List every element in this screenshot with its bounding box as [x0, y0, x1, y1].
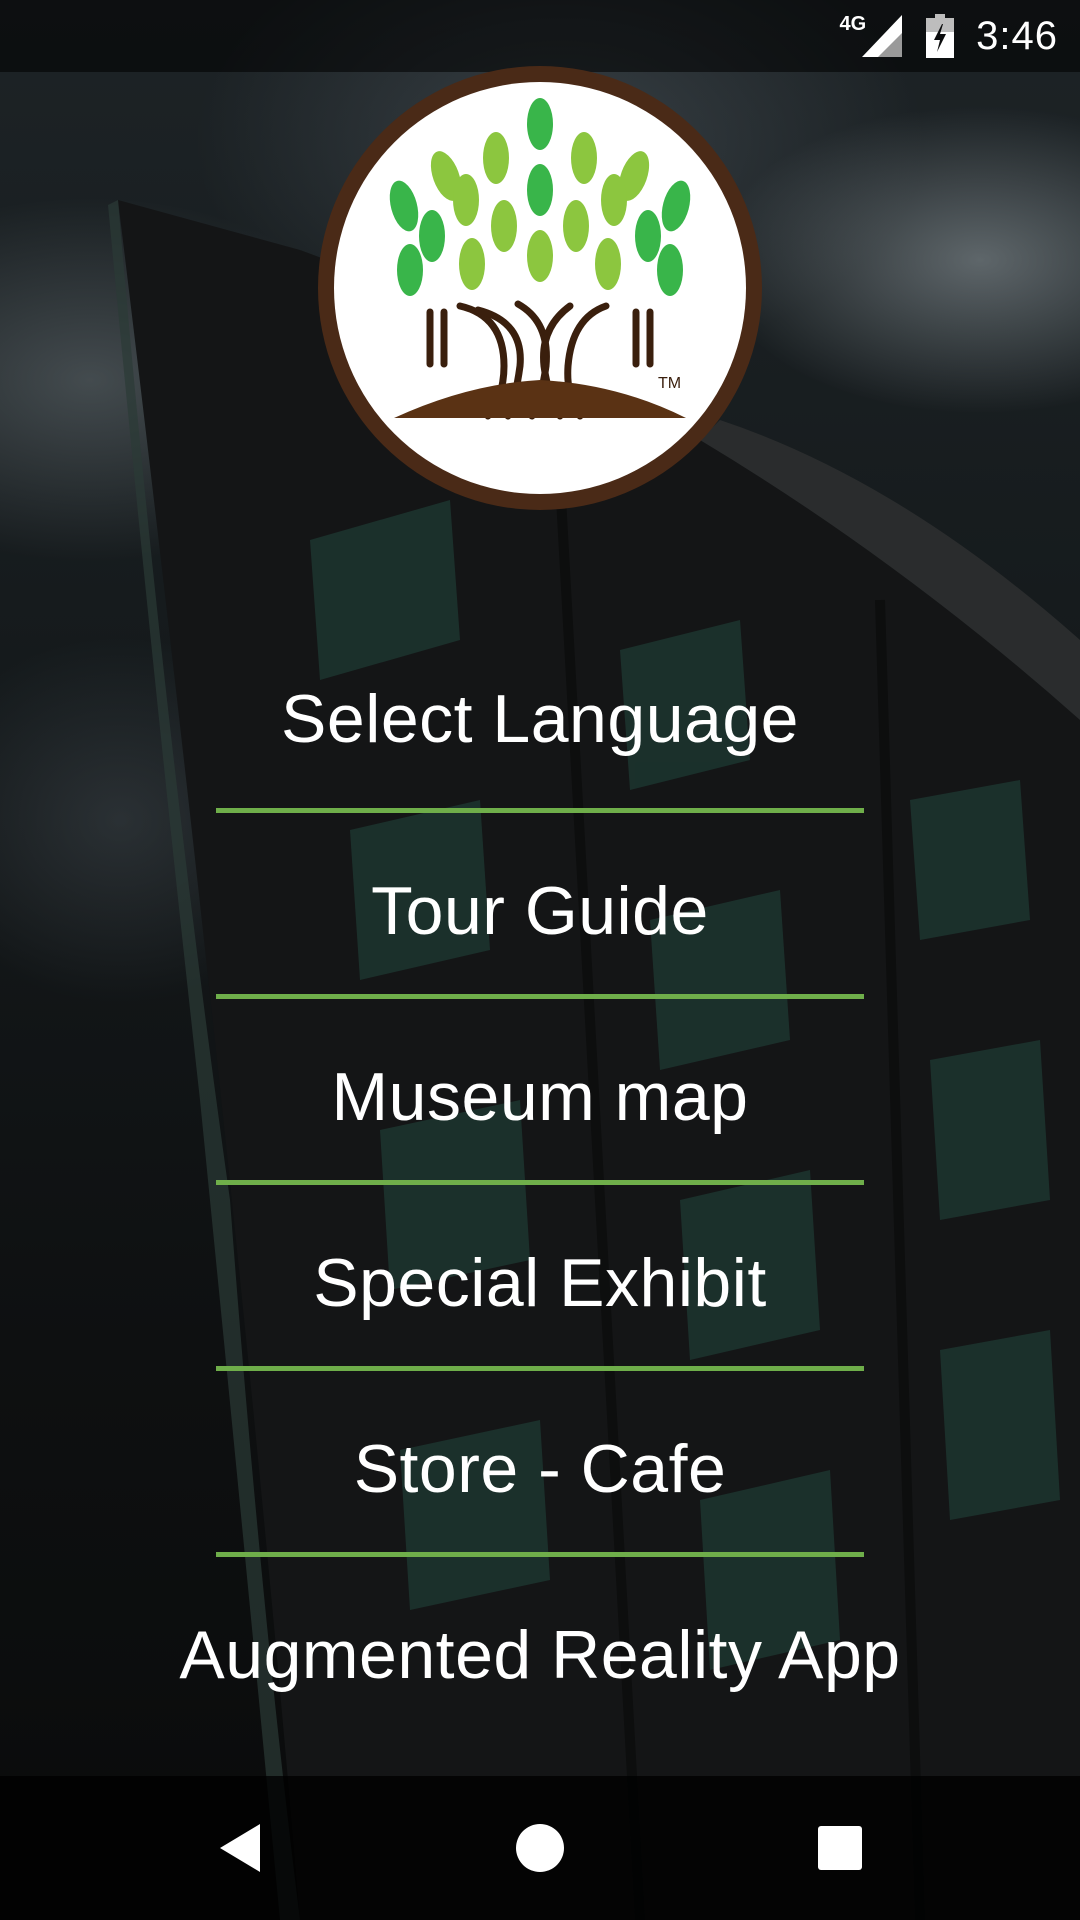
back-icon: [220, 1824, 260, 1872]
network-type-label: 4G: [839, 12, 867, 35]
menu-divider: [216, 1552, 864, 1557]
recents-button[interactable]: [798, 1806, 882, 1890]
trademark-mark: TM: [658, 375, 681, 392]
status-bar: 4G 3:46: [0, 0, 1080, 72]
recents-icon: [818, 1826, 862, 1870]
menu-item-store-cafe[interactable]: Store - Cafe: [0, 1430, 1080, 1508]
menu-item-museum-map[interactable]: Museum map: [0, 1058, 1080, 1136]
menu-item-augmented-reality-app[interactable]: Augmented Reality App: [0, 1616, 1080, 1694]
home-button[interactable]: [498, 1806, 582, 1890]
menu-item-special-exhibit[interactable]: Special Exhibit: [0, 1244, 1080, 1322]
menu-divider: [216, 1366, 864, 1371]
menu-item-tour-guide[interactable]: Tour Guide: [0, 872, 1080, 950]
home-icon: [516, 1824, 564, 1872]
navigation-bar: [0, 1776, 1080, 1920]
battery-charging-icon: [926, 14, 955, 58]
clock: 3:46: [976, 13, 1058, 58]
back-button[interactable]: [198, 1806, 282, 1890]
banyan-tree-logo: TM: [318, 66, 762, 510]
app-screen: 4G 3:46 TM Select Language Tour Guide Mu…: [0, 0, 1080, 1920]
menu-divider: [216, 994, 864, 999]
menu-divider: [216, 1180, 864, 1185]
menu-item-select-language[interactable]: Select Language: [0, 680, 1080, 758]
menu-divider: [216, 808, 864, 813]
signal-icon: [862, 15, 903, 57]
status-icons: 4G 3:46: [839, 10, 1058, 62]
